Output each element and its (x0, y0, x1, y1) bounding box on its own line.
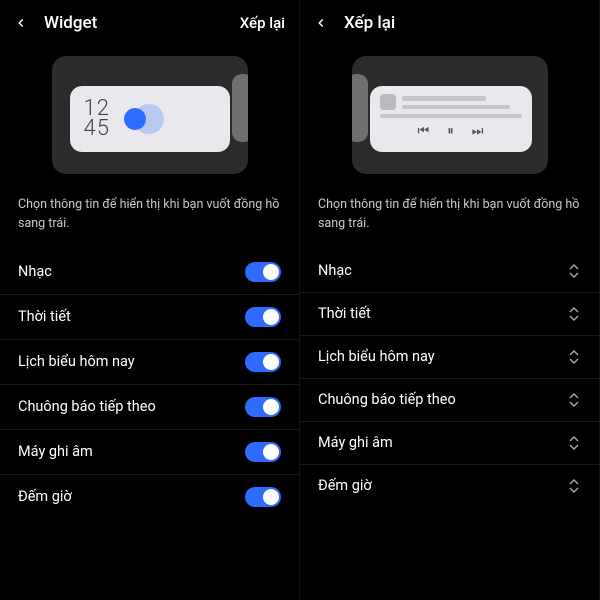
page-title: Widget (44, 13, 240, 33)
item-label: Thời tiết (18, 308, 71, 325)
media-controls: ⏮ ⏸ ⏭ (380, 124, 522, 139)
preview-box: ⏮ ⏸ ⏭ (352, 56, 548, 174)
item-label: Máy ghi âm (318, 434, 393, 451)
reorder-list: Nhạc Thời tiết Lịch biểu hôm nay Chuông … (300, 250, 599, 600)
page-title: Xếp lại (344, 13, 585, 33)
item-label: Nhạc (318, 262, 352, 279)
reorder-action[interactable]: Xếp lại (240, 14, 285, 32)
item-label: Thời tiết (318, 305, 371, 322)
reorder-handle-icon[interactable] (567, 434, 581, 452)
item-label: Đếm giờ (18, 488, 72, 505)
reorder-handle-icon[interactable] (567, 391, 581, 409)
header: Xếp lại (300, 0, 599, 44)
back-icon[interactable] (310, 12, 332, 34)
widget-settings-panel: Widget Xếp lại 12 45 Chọn thông tin để h… (0, 0, 300, 600)
preview-box: 12 45 (52, 56, 248, 174)
album-art-icon (380, 94, 396, 110)
toggle-switch[interactable] (245, 397, 281, 417)
item-label: Đếm giờ (318, 477, 372, 494)
list-item[interactable]: Thời tiết (0, 295, 299, 340)
list-item[interactable]: Nhạc (300, 250, 599, 293)
reorder-handle-icon[interactable] (567, 305, 581, 323)
previous-icon: ⏮ (418, 124, 430, 139)
preview-area: 12 45 (0, 44, 299, 192)
track-subtitle-placeholder (402, 105, 510, 109)
toggle-switch[interactable] (245, 262, 281, 282)
clock-indicator-ring (134, 104, 164, 134)
back-icon[interactable] (10, 12, 32, 34)
toggle-switch[interactable] (245, 307, 281, 327)
item-label: Lịch biểu hôm nay (18, 353, 135, 370)
item-label: Chuông báo tiếp theo (318, 391, 456, 408)
header: Widget Xếp lại (0, 0, 299, 44)
pause-icon: ⏸ (447, 124, 454, 139)
list-item[interactable]: Thời tiết (300, 293, 599, 336)
media-widget-preview: ⏮ ⏸ ⏭ (370, 86, 532, 152)
reorder-handle-icon[interactable] (567, 348, 581, 366)
track-title-placeholder (402, 96, 486, 101)
item-label: Máy ghi âm (18, 443, 93, 460)
description-text: Chọn thông tin để hiển thị khi bạn vuốt … (0, 192, 299, 250)
clock-widget-preview: 12 45 (70, 86, 230, 152)
progress-bar-placeholder (380, 114, 522, 118)
list-item[interactable]: Máy ghi âm (300, 422, 599, 465)
list-item[interactable]: Lịch biểu hôm nay (300, 336, 599, 379)
list-item[interactable]: Đếm giờ (300, 465, 599, 507)
reorder-handle-icon[interactable] (567, 477, 581, 495)
toggle-switch[interactable] (245, 442, 281, 462)
clock-digits: 12 45 (84, 99, 110, 139)
list-item[interactable]: Chuông báo tiếp theo (0, 385, 299, 430)
next-icon: ⏭ (472, 124, 484, 139)
toggle-switch[interactable] (245, 487, 281, 507)
item-label: Nhạc (18, 263, 52, 280)
list-item[interactable]: Lịch biểu hôm nay (0, 340, 299, 385)
media-info-row (380, 94, 522, 110)
reorder-panel: Xếp lại ⏮ ⏸ ⏭ Chọn thông (300, 0, 600, 600)
preview-area: ⏮ ⏸ ⏭ (300, 44, 599, 192)
list-item[interactable]: Máy ghi âm (0, 430, 299, 475)
description-text: Chọn thông tin để hiển thị khi bạn vuốt … (300, 192, 599, 250)
list-item[interactable]: Chuông báo tiếp theo (300, 379, 599, 422)
item-label: Chuông báo tiếp theo (18, 398, 156, 415)
clock-minute: 45 (84, 119, 110, 139)
widget-list: Nhạc Thời tiết Lịch biểu hôm nay Chuông … (0, 250, 299, 600)
list-item[interactable]: Nhạc (0, 250, 299, 295)
preview-adjacent-card (352, 74, 368, 142)
toggle-switch[interactable] (245, 352, 281, 372)
item-label: Lịch biểu hôm nay (318, 348, 435, 365)
reorder-handle-icon[interactable] (567, 262, 581, 280)
preview-adjacent-card (232, 74, 248, 142)
list-item[interactable]: Đếm giờ (0, 475, 299, 519)
